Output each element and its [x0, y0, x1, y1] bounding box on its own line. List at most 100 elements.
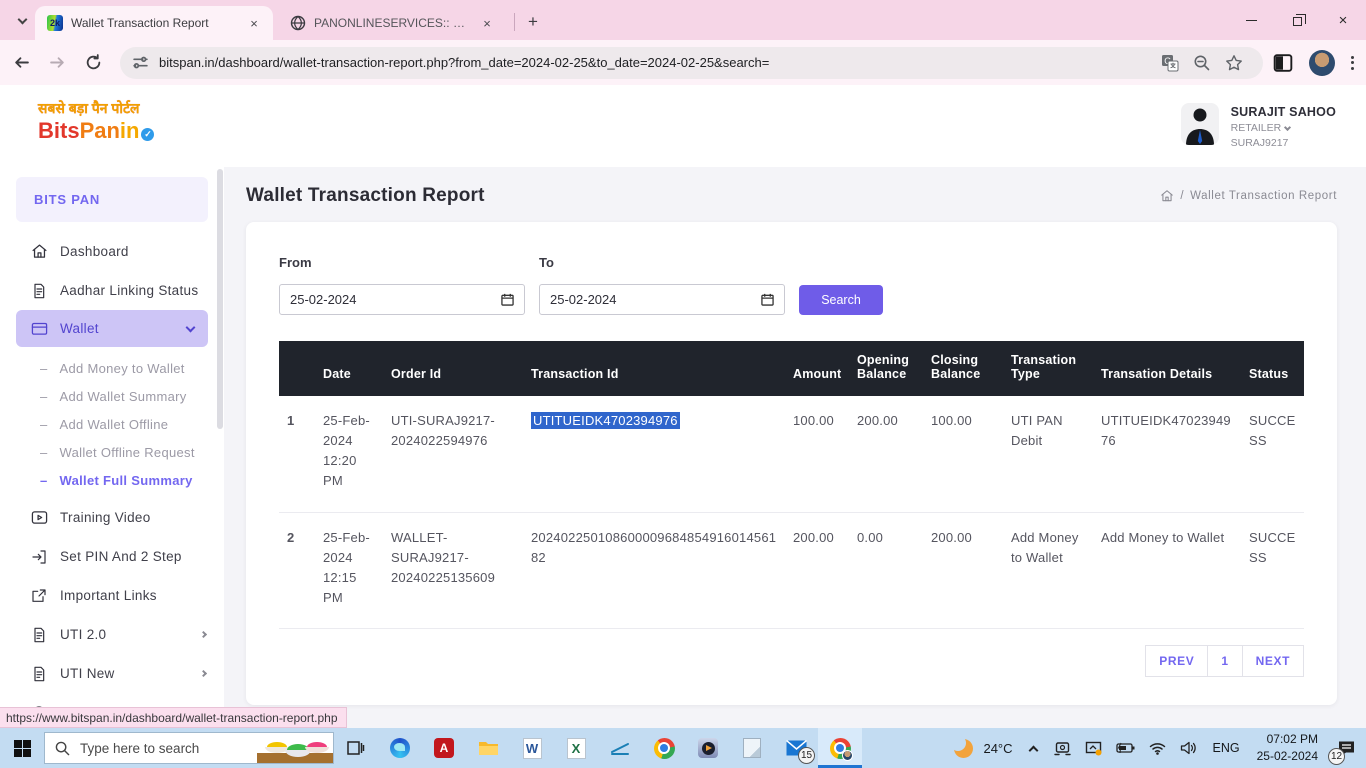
tab-list-chevron-button[interactable]: [8, 8, 36, 34]
sidebar-subitem-add-wallet-summary[interactable]: Add Wallet Summary: [0, 382, 224, 410]
selected-text[interactable]: UTITUEIDK4702394976: [531, 412, 680, 429]
browser-titlebar: 2k Wallet Transaction Report × PANONLINE…: [0, 0, 1366, 40]
window-restore-button[interactable]: [1274, 0, 1320, 40]
taskbar-search-box[interactable]: Type here to search: [44, 732, 334, 764]
sidebar-item-set-pin-and-2-step[interactable]: Set PIN And 2 Step: [0, 537, 224, 576]
side-panel-icon[interactable]: [1273, 53, 1293, 73]
taskbar-chrome-active[interactable]: [818, 728, 862, 768]
taskbar-chrome[interactable]: [642, 728, 686, 768]
sidebar-item-uti-new[interactable]: UTI New: [0, 654, 224, 693]
browser-profile-avatar[interactable]: [1309, 50, 1335, 76]
tray-screen-share[interactable]: [1078, 728, 1109, 768]
taskbar-notepad[interactable]: [730, 728, 774, 768]
address-bar[interactable]: bitspan.in/dashboard/wallet-transaction-…: [120, 47, 1263, 79]
sidebar-item-dashboard[interactable]: Dashboard: [0, 232, 224, 271]
taskbar-acrobat[interactable]: A: [422, 728, 466, 768]
tray-wifi[interactable]: [1142, 728, 1173, 768]
pagination-next-button[interactable]: NEXT: [1242, 645, 1304, 677]
window-close-button[interactable]: ×: [1320, 0, 1366, 40]
sidebar-subitem-wallet-full-summary[interactable]: Wallet Full Summary: [0, 466, 224, 494]
taskbar-file-explorer[interactable]: [466, 728, 510, 768]
tab-close-icon[interactable]: ×: [245, 14, 263, 32]
chevron-right-icon: [200, 670, 207, 677]
sidebar-item-wallet[interactable]: Wallet: [16, 310, 208, 347]
cell-transaction-id: 20240225010860000968485491601456182: [523, 512, 785, 629]
reload-button[interactable]: [78, 48, 108, 78]
cell-status: SUCCESS: [1241, 512, 1304, 629]
browser-tab-inactive[interactable]: PANONLINESERVICES:: Pending ×: [278, 6, 506, 40]
clock[interactable]: 07:02 PM 25-02-2024: [1249, 731, 1326, 765]
search-button[interactable]: Search: [799, 285, 883, 315]
notepad-icon: [743, 738, 761, 758]
cell-date: 25-Feb-2024 12:20 PM: [315, 396, 383, 512]
sidebar-scrollbar[interactable]: [217, 169, 223, 429]
sidebar-item-uti-2-0[interactable]: UTI 2.0: [0, 615, 224, 654]
forward-button[interactable]: [42, 48, 72, 78]
wifi-icon: [1149, 742, 1166, 755]
back-button[interactable]: [6, 48, 36, 78]
cell-opening-balance: 200.00: [849, 396, 923, 512]
video-icon: [30, 509, 48, 527]
calendar-icon[interactable]: [501, 293, 514, 306]
report-card: From 25-02-2024 To 25-02-2024 Search: [246, 222, 1337, 705]
taskbar-word[interactable]: W: [510, 728, 554, 768]
sidebar-subitem-wallet-offline-request[interactable]: Wallet Offline Request: [0, 438, 224, 466]
sidebar-item-aadhar-linking-status[interactable]: Aadhar Linking Status: [0, 271, 224, 310]
tray-expand-button[interactable]: [1020, 728, 1047, 768]
task-view-button[interactable]: [334, 728, 378, 768]
to-label: To: [539, 255, 785, 270]
cell-transaction-id: UTITUEIDK4702394976: [523, 396, 785, 512]
language-indicator[interactable]: ENG: [1204, 728, 1249, 768]
google-translate-icon[interactable]: G: [1161, 54, 1179, 72]
start-button[interactable]: [0, 728, 44, 768]
external-link-icon: [30, 587, 48, 605]
user-avatar: [1181, 103, 1219, 145]
user-id: SURAJ9217: [1231, 137, 1336, 149]
pagination-page-1[interactable]: 1: [1207, 645, 1242, 677]
zoom-out-icon[interactable]: [1193, 54, 1211, 72]
new-tab-button[interactable]: +: [521, 10, 545, 34]
globe-favicon: [290, 15, 306, 31]
taskbar-scanner[interactable]: [598, 728, 642, 768]
sidebar-subitem-add-wallet-offline[interactable]: Add Wallet Offline: [0, 410, 224, 438]
chevron-up-icon: [1028, 745, 1038, 755]
cell-transaction-type: UTI PAN Debit: [1003, 396, 1093, 512]
user-menu[interactable]: SURAJIT SAHOO RETAILER SURAJ9217: [1181, 103, 1336, 149]
sidebar-item-training-video[interactable]: Training Video: [0, 498, 224, 537]
sidebar-item-important-links[interactable]: Important Links: [0, 576, 224, 615]
sidebar-section-bits-pan[interactable]: BITS PAN: [16, 177, 208, 222]
calendar-icon[interactable]: [761, 293, 774, 306]
browser-tab-active[interactable]: 2k Wallet Transaction Report ×: [35, 6, 273, 40]
site-settings-icon[interactable]: [132, 54, 149, 71]
to-date-input[interactable]: 25-02-2024: [539, 284, 785, 315]
weather-widget[interactable]: 24°C: [947, 728, 1019, 768]
pagination-prev-button[interactable]: PREV: [1145, 645, 1208, 677]
2k-favicon: 2k: [47, 15, 63, 31]
verified-badge-icon: ✓: [141, 128, 154, 141]
taskbar-excel[interactable]: X: [554, 728, 598, 768]
tab-close-icon[interactable]: ×: [478, 14, 496, 32]
from-label: From: [279, 255, 525, 270]
taskbar-kmplayer[interactable]: [686, 728, 730, 768]
home-icon[interactable]: [1160, 189, 1174, 203]
bookmark-star-icon[interactable]: [1225, 54, 1243, 72]
cell-status: SUCCESS: [1241, 396, 1304, 512]
bitspan-logo[interactable]: सबसे बड़ा पैन पोर्टल BitsPanin ✓: [0, 85, 224, 165]
document-icon: [30, 282, 48, 300]
taskbar-mail[interactable]: 15: [774, 728, 818, 768]
notification-center-button[interactable]: 12: [1326, 728, 1366, 768]
from-date-input[interactable]: 25-02-2024: [279, 284, 525, 315]
search-icon: [55, 741, 70, 756]
cell-order-id: UTI-SURAJ9217-2024022594976: [383, 396, 523, 512]
page-content: सबसे बड़ा पैन पोर्टल BitsPanin ✓ BITS PA…: [0, 85, 1366, 728]
breadcrumb: / Wallet Transaction Report: [1160, 189, 1337, 203]
tray-cast[interactable]: [1047, 728, 1078, 768]
tray-volume[interactable]: [1173, 728, 1204, 768]
tray-battery[interactable]: [1109, 728, 1142, 768]
document-icon: [30, 626, 48, 644]
taskbar-edge[interactable]: [378, 728, 422, 768]
window-minimize-button[interactable]: [1228, 0, 1274, 40]
sidebar-subitem-add-money-to-wallet[interactable]: Add Money to Wallet: [0, 354, 224, 382]
browser-menu-icon[interactable]: [1351, 56, 1354, 70]
url-text: bitspan.in/dashboard/wallet-transaction-…: [159, 55, 1161, 70]
